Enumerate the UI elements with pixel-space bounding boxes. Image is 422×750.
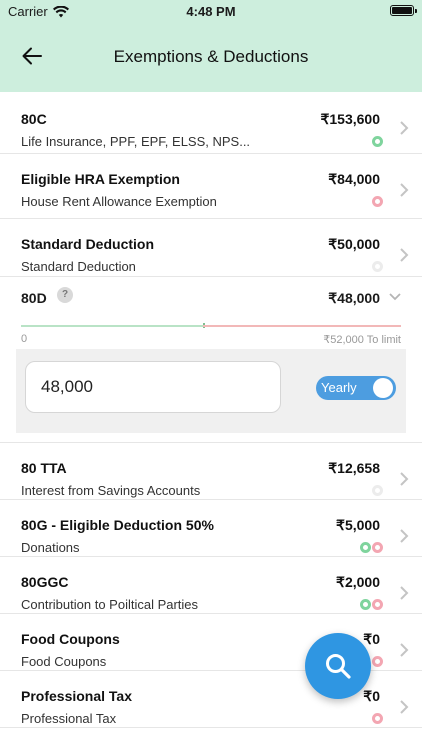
status-indicator xyxy=(372,713,383,724)
chevron-right-icon xyxy=(400,586,409,600)
list-item-80c[interactable]: 80C Life Insurance, PPF, EPF, ELSS, NPS.… xyxy=(0,92,422,154)
status-indicator xyxy=(372,136,383,147)
item-subtitle: Contribution to Poiltical Parties xyxy=(21,597,199,612)
status-bar: Carrier 4:48 PM xyxy=(0,0,422,22)
item-subtitle: Donations xyxy=(21,540,80,555)
progress-min-label: 0 xyxy=(21,333,28,345)
item-subtitle: Interest from Savings Accounts xyxy=(21,483,201,498)
list-item-80d-header[interactable]: 80D ? ₹48,000 xyxy=(0,277,422,319)
chevron-right-icon xyxy=(400,248,409,262)
search-icon xyxy=(326,654,351,679)
item-title: Professional Tax xyxy=(21,688,133,704)
amount-input-area: Yearly xyxy=(16,349,406,433)
list-item-80ggc[interactable]: 80GGC Contribution to Poiltical Parties … xyxy=(0,557,422,614)
toggle-label: Yearly xyxy=(321,380,357,395)
item-subtitle: Life Insurance, PPF, EPF, ELSS, NPS... xyxy=(21,134,251,149)
status-dot xyxy=(360,542,371,553)
item-amount: ₹48,000 xyxy=(328,290,380,306)
arrow-left-icon[interactable] xyxy=(20,44,44,68)
status-dot xyxy=(372,542,383,553)
help-icon[interactable]: ? xyxy=(57,287,73,303)
status-indicator xyxy=(372,656,383,667)
status-time: 4:48 PM xyxy=(186,4,236,19)
item-title: 80GGC xyxy=(21,574,69,590)
item-subtitle: House Rent Allowance Exemption xyxy=(21,194,217,209)
item-title: 80G - Eligible Deduction 50% xyxy=(21,517,214,533)
list-item-80tta[interactable]: 80 TTA Interest from Savings Accounts ₹1… xyxy=(0,443,422,500)
chevron-right-icon xyxy=(400,121,409,135)
yearly-toggle[interactable]: Yearly xyxy=(316,376,396,400)
chevron-down-icon[interactable] xyxy=(388,292,402,302)
status-indicator xyxy=(372,196,383,207)
battery-icon xyxy=(390,5,417,16)
item-title: 80D xyxy=(21,290,47,306)
amount-input[interactable] xyxy=(25,361,281,413)
list-item-hra[interactable]: Eligible HRA Exemption House Rent Allowa… xyxy=(0,154,422,219)
progress-remaining xyxy=(203,325,401,327)
chevron-right-icon xyxy=(400,183,409,197)
item-title: 80 TTA xyxy=(21,460,67,476)
page-title: Exemptions & Deductions xyxy=(113,47,309,66)
status-dot xyxy=(372,656,383,667)
status-dot xyxy=(372,261,383,272)
status-indicator xyxy=(360,542,383,553)
status-dot xyxy=(372,196,383,207)
chevron-right-icon xyxy=(400,529,409,543)
list-item-standard-deduction[interactable]: Standard Deduction Standard Deduction ₹5… xyxy=(0,219,422,277)
status-dot xyxy=(372,599,383,610)
item-title: Food Coupons xyxy=(21,631,120,647)
nav-bar: Exemptions & Deductions xyxy=(0,22,422,92)
progress-track xyxy=(21,323,401,328)
item-amount: ₹5,000 xyxy=(336,517,380,533)
status-dot xyxy=(372,485,383,496)
progress-max-label: ₹52,000 To limit xyxy=(323,334,401,346)
item-amount: ₹0 xyxy=(363,688,380,704)
status-indicator xyxy=(372,261,383,272)
item-subtitle: Standard Deduction xyxy=(21,259,136,274)
list-item-80g[interactable]: 80G - Eligible Deduction 50% Donations ₹… xyxy=(0,500,422,557)
item-subtitle: Professional Tax xyxy=(21,711,117,726)
item-amount: ₹0 xyxy=(363,631,380,647)
item-amount: ₹153,600 xyxy=(320,111,380,127)
deductions-list: 80C Life Insurance, PPF, EPF, ELSS, NPS.… xyxy=(0,92,422,728)
toggle-knob xyxy=(373,378,393,398)
status-indicator xyxy=(360,599,383,610)
chevron-right-icon xyxy=(400,700,409,714)
search-fab-button[interactable] xyxy=(305,633,371,699)
item-amount: ₹84,000 xyxy=(328,171,380,187)
status-dot xyxy=(372,713,383,724)
item-amount: ₹12,658 xyxy=(328,460,380,476)
item-amount: ₹2,000 xyxy=(336,574,380,590)
chevron-right-icon xyxy=(400,643,409,657)
item-title: 80C xyxy=(21,111,47,127)
item-title: Eligible HRA Exemption xyxy=(21,171,180,187)
chevron-right-icon xyxy=(400,472,409,486)
progress-used xyxy=(21,325,204,327)
status-dot xyxy=(360,599,371,610)
item-subtitle: Food Coupons xyxy=(21,654,107,669)
status-indicator xyxy=(372,485,383,496)
status-dot xyxy=(372,136,383,147)
limit-progress: 0 ₹52,000 To limit xyxy=(0,319,422,349)
item-title: Standard Deduction xyxy=(21,236,155,252)
item-amount: ₹50,000 xyxy=(328,236,380,252)
list-item-80d-expanded: 80D ? ₹48,000 0 ₹52,000 To limit Yearly xyxy=(0,277,422,443)
